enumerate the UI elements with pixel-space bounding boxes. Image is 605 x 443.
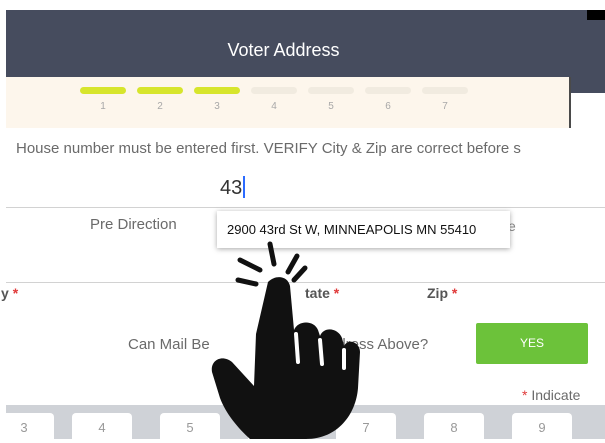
pre-direction-label[interactable]: Pre Direction [90,216,177,233]
page-title: Voter Address [227,40,340,60]
divider [6,207,605,208]
yes-button[interactable]: YES [476,323,588,364]
progress-steps: 1 2 3 4 5 6 7 [6,77,570,128]
step-number-2: 2 [157,101,163,112]
step-number-4: 4 [271,101,277,112]
house-number-input[interactable]: 43 [220,176,246,200]
instruction-text: House number must be entered first. VERI… [16,140,521,157]
step-number-5: 5 [328,101,334,112]
divider [569,77,571,128]
step-bar-3 [194,87,240,94]
required-note: * Indicate [522,387,581,403]
step-bar-6 [365,87,411,94]
step-number-3: 3 [214,101,220,112]
step-number-1: 1 [100,101,106,112]
step-bar-1 [80,87,126,94]
text-caret [243,176,246,198]
city-label: y * [1,285,19,301]
step-bar-2 [137,87,183,94]
zip-label: Zip * [427,285,458,301]
step-number-7: 7 [442,101,448,112]
step-bar-7 [422,87,468,94]
step-bar-4 [251,87,297,94]
step-number-6: 6 [385,101,391,112]
step-bar-5 [308,87,354,94]
tap-hand-icon [211,241,360,439]
corner-mark [587,10,605,20]
mail-question-left: Can Mail Be [128,336,210,353]
house-number-value: 43 [220,177,243,199]
